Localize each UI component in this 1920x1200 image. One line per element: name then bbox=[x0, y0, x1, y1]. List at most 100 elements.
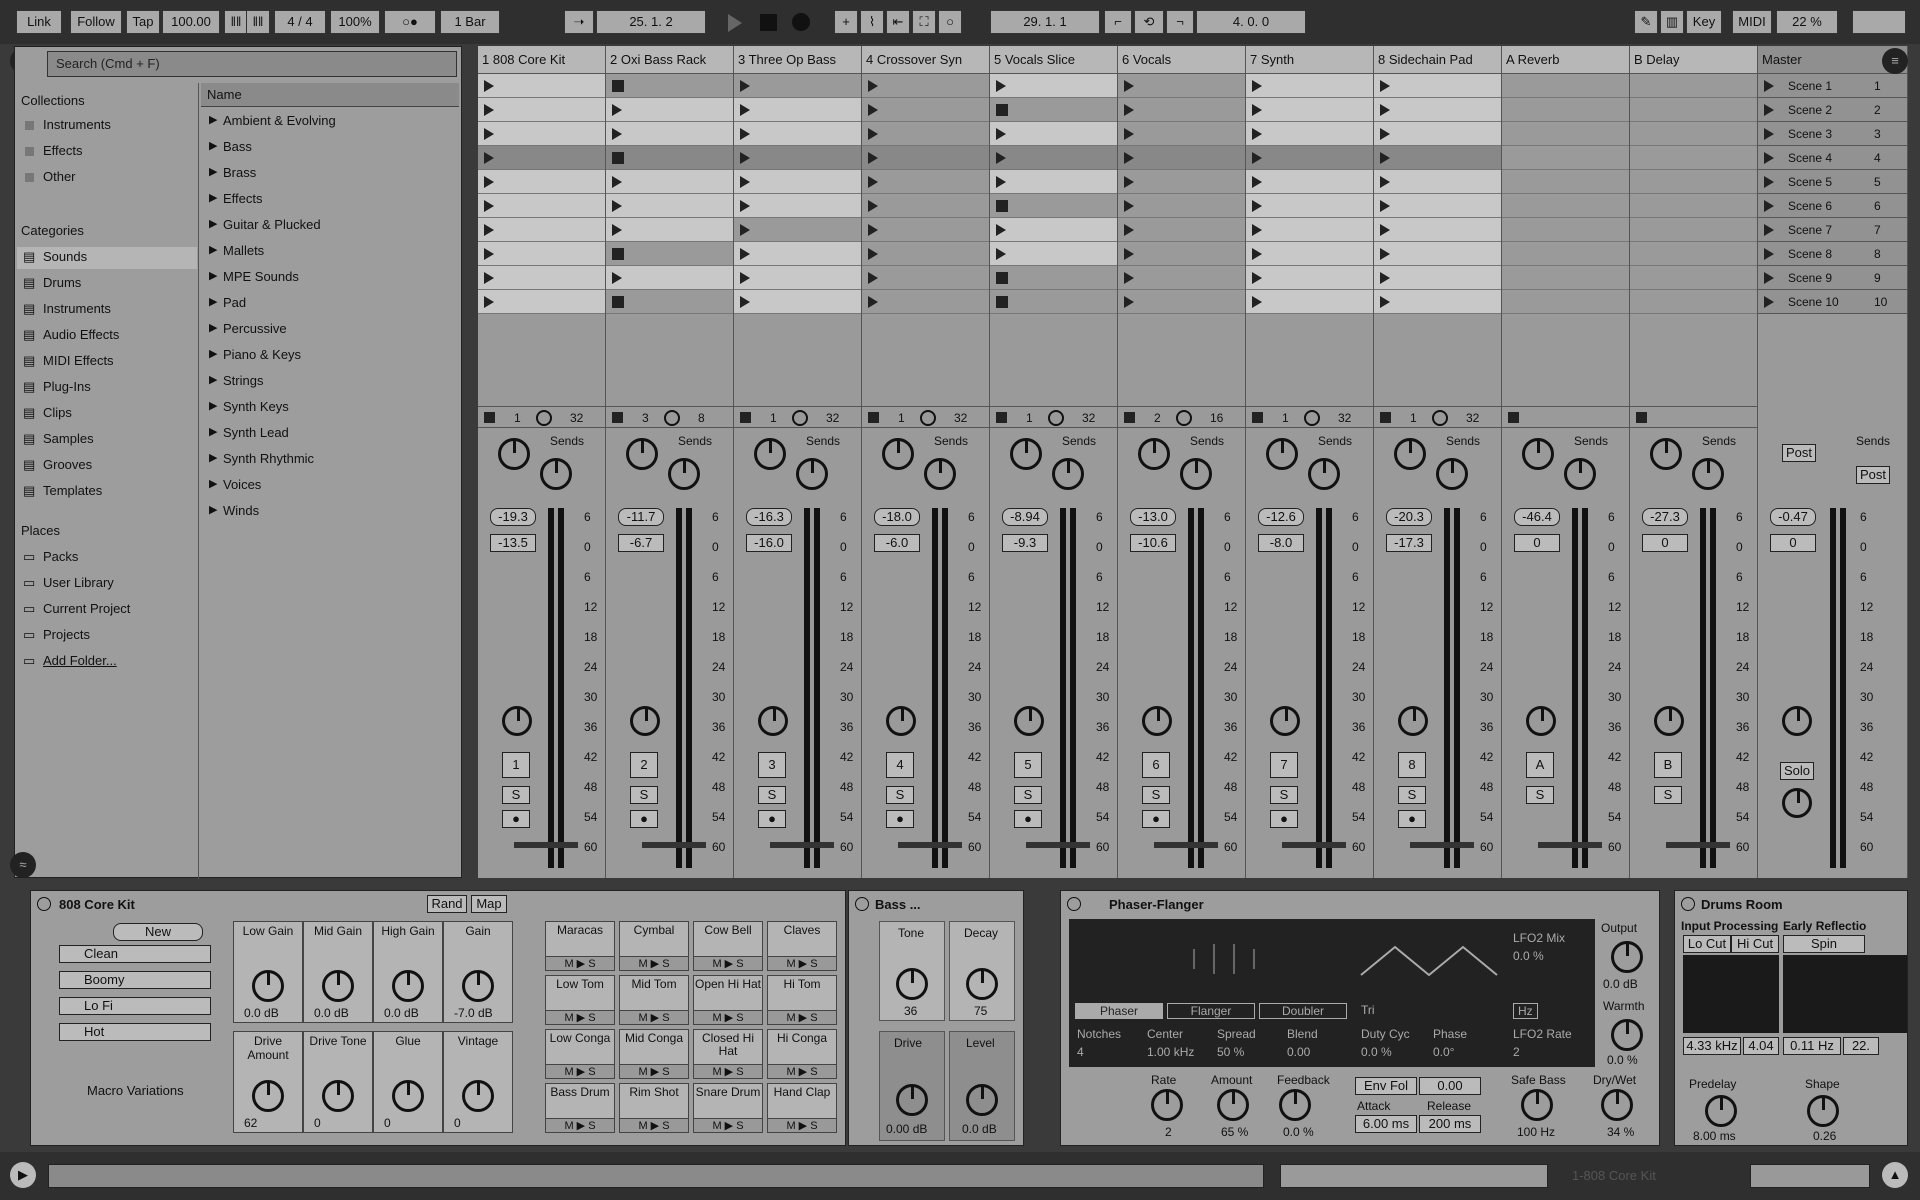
browser-item[interactable]: Ambient & Evolving bbox=[223, 113, 336, 128]
category-item[interactable]: Sounds bbox=[43, 249, 87, 264]
macro-control[interactable]: Gain -7.0 dB bbox=[443, 921, 513, 1023]
play-icon[interactable] bbox=[740, 128, 750, 140]
play-icon[interactable] bbox=[740, 200, 750, 212]
stop-icon[interactable] bbox=[612, 296, 624, 308]
place-item[interactable]: Projects bbox=[43, 627, 90, 642]
play-icon[interactable] bbox=[1124, 128, 1134, 140]
output-channel[interactable]: 32 bbox=[1466, 411, 1479, 425]
macro-knob-icon[interactable] bbox=[252, 970, 284, 1002]
play-icon[interactable] bbox=[1252, 272, 1262, 284]
clip-slot[interactable] bbox=[1374, 266, 1501, 290]
arm-button[interactable]: ● bbox=[758, 810, 786, 828]
clip-slot[interactable] bbox=[606, 290, 733, 314]
play-icon[interactable] bbox=[612, 272, 622, 284]
browser-item[interactable]: Guitar & Plucked bbox=[223, 217, 321, 232]
scene-name[interactable]: Scene 9 bbox=[1788, 271, 1832, 285]
play-icon[interactable] bbox=[1380, 296, 1390, 308]
drum-pad[interactable]: Claves M ▶ S bbox=[767, 921, 837, 971]
loop-length[interactable]: 4. 0. 0 bbox=[1196, 10, 1306, 34]
clip-slot[interactable] bbox=[1630, 74, 1757, 98]
post-button[interactable]: Post bbox=[1782, 444, 1816, 462]
clip-slot[interactable] bbox=[862, 146, 989, 170]
category-item[interactable]: Clips bbox=[43, 405, 72, 420]
play-icon[interactable] bbox=[1124, 152, 1134, 164]
expand-arrow-icon[interactable]: ▶ bbox=[209, 217, 217, 230]
macro-control[interactable]: Drive Amount 62 bbox=[233, 1031, 303, 1133]
info-toggle-icon[interactable]: ▶ bbox=[10, 1162, 36, 1188]
cue-volume-knob-icon[interactable] bbox=[1782, 788, 1812, 818]
clip-slot[interactable] bbox=[1246, 290, 1373, 314]
scene-row[interactable]: Scene 1 1 bbox=[1758, 74, 1907, 98]
macro-control[interactable]: High Gain 0.0 dB bbox=[373, 921, 443, 1023]
stop-clips-icon[interactable] bbox=[1508, 412, 1519, 423]
category-item[interactable]: MIDI Effects bbox=[43, 353, 114, 368]
scene-row[interactable]: Scene 6 6 bbox=[1758, 194, 1907, 218]
monitor-icon[interactable] bbox=[1176, 410, 1192, 426]
solo-button[interactable]: S bbox=[630, 786, 658, 804]
send-a-knob-icon[interactable] bbox=[1394, 438, 1426, 470]
scene-name[interactable]: Scene 4 bbox=[1788, 151, 1832, 165]
pan-value[interactable]: 0 bbox=[1642, 534, 1688, 552]
clip-slot[interactable] bbox=[606, 266, 733, 290]
category-item[interactable]: Samples bbox=[43, 431, 94, 446]
drive-macro[interactable]: Drive 0.00 dB bbox=[879, 1031, 945, 1141]
play-icon[interactable] bbox=[1380, 224, 1390, 236]
send-b-knob-icon[interactable] bbox=[1692, 458, 1724, 490]
macro-control[interactable]: Drive Tone 0 bbox=[303, 1031, 373, 1133]
link-button[interactable]: Link bbox=[16, 10, 62, 34]
play-icon[interactable] bbox=[728, 14, 742, 32]
song-position[interactable]: 25. 1. 2 bbox=[596, 10, 706, 34]
input-channel[interactable]: 3 bbox=[642, 411, 649, 425]
scene-row[interactable]: Scene 5 5 bbox=[1758, 170, 1907, 194]
variation-item[interactable]: Hot bbox=[59, 1023, 211, 1041]
track-activator[interactable]: 3 bbox=[758, 752, 786, 778]
browser-item[interactable]: MPE Sounds bbox=[223, 269, 299, 284]
spin-amount-value[interactable]: 22. bbox=[1843, 1037, 1879, 1055]
lo-cut-value[interactable]: 4.33 kHz bbox=[1683, 1037, 1741, 1055]
amount-knob-icon[interactable] bbox=[1217, 1089, 1249, 1121]
arm-button[interactable]: ● bbox=[1270, 810, 1298, 828]
arm-button[interactable]: ● bbox=[1142, 810, 1170, 828]
clip-slot[interactable] bbox=[1502, 170, 1629, 194]
scene-play-icon[interactable] bbox=[1764, 176, 1774, 188]
clip-slot[interactable] bbox=[1246, 146, 1373, 170]
stop-icon[interactable] bbox=[996, 104, 1008, 116]
macro-knob-icon[interactable] bbox=[322, 1080, 354, 1112]
pan-knob-icon[interactable] bbox=[1526, 706, 1556, 736]
param-value[interactable]: 0.0° bbox=[1433, 1045, 1454, 1059]
expand-arrow-icon[interactable]: ▶ bbox=[209, 477, 217, 490]
power-icon[interactable] bbox=[37, 897, 51, 911]
scene-row[interactable]: Scene 7 7 bbox=[1758, 218, 1907, 242]
track-activator[interactable]: 6 bbox=[1142, 752, 1170, 778]
clip-slot[interactable] bbox=[1374, 74, 1501, 98]
stop-clips-icon[interactable] bbox=[484, 412, 495, 423]
volume-value[interactable]: -8.94 bbox=[1002, 508, 1048, 526]
clip-slot[interactable] bbox=[1630, 266, 1757, 290]
rand-button[interactable]: Rand bbox=[427, 895, 467, 913]
keyboard-icon[interactable]: ▥ bbox=[1660, 10, 1684, 34]
clip-slot[interactable] bbox=[990, 170, 1117, 194]
clip-slot[interactable] bbox=[862, 170, 989, 194]
play-icon[interactable] bbox=[1252, 296, 1262, 308]
pan-knob-icon[interactable] bbox=[886, 706, 916, 736]
scene-name[interactable]: Scene 10 bbox=[1788, 295, 1839, 309]
play-icon[interactable] bbox=[1380, 176, 1390, 188]
warmth-knob-icon[interactable] bbox=[1611, 1019, 1643, 1051]
clip-slot[interactable] bbox=[606, 146, 733, 170]
variation-item[interactable]: Lo Fi bbox=[59, 997, 211, 1015]
pan-value[interactable]: -9.3 bbox=[1002, 534, 1048, 552]
track-activator[interactable]: 1 bbox=[502, 752, 530, 778]
scene-row[interactable]: Scene 9 9 bbox=[1758, 266, 1907, 290]
pad-controls[interactable]: M ▶ S bbox=[546, 1064, 614, 1078]
drum-pad[interactable]: Cow Bell M ▶ S bbox=[693, 921, 763, 971]
play-icon[interactable] bbox=[1124, 200, 1134, 212]
new-variation-button[interactable]: New bbox=[113, 923, 203, 941]
play-icon[interactable] bbox=[484, 80, 494, 92]
send-a-knob-icon[interactable] bbox=[626, 438, 658, 470]
clip-slot[interactable] bbox=[478, 170, 605, 194]
drum-pad[interactable]: Mid Conga M ▶ S bbox=[619, 1029, 689, 1079]
volume-value[interactable]: -20.3 bbox=[1386, 508, 1432, 526]
param-value[interactable]: 0.00 bbox=[1287, 1045, 1310, 1059]
expand-arrow-icon[interactable]: ▶ bbox=[209, 321, 217, 334]
clip-slot[interactable] bbox=[1118, 290, 1245, 314]
